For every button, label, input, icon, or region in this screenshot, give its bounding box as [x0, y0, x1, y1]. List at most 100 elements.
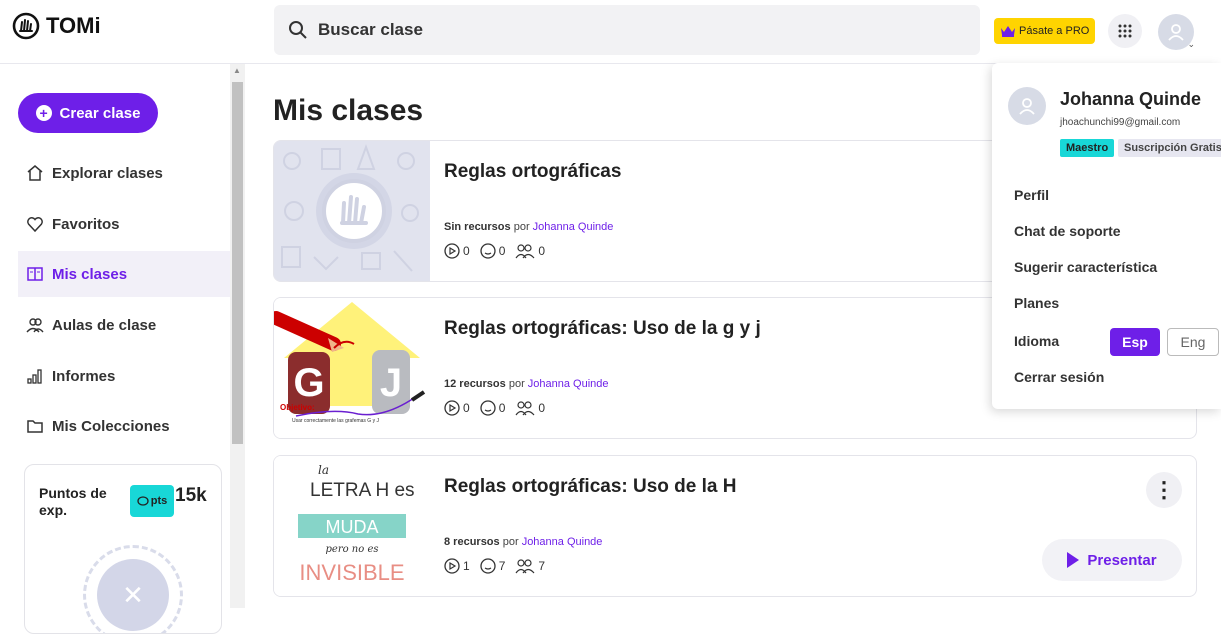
class-thumbnail: G J Objetivo: Usar correctamente las gra…: [274, 298, 430, 438]
top-bar: TOMi Buscar clase Pásate a PRO ⌄: [0, 0, 1221, 64]
resource-count: 12 recursos: [444, 378, 506, 390]
sidebar-item-collections[interactable]: Mis Colecciones: [18, 403, 230, 449]
book-icon: [27, 267, 43, 281]
group-icon: [515, 244, 535, 259]
plays-count: 0: [463, 401, 470, 415]
coin-icon: [137, 496, 149, 506]
svg-text:J: J: [380, 361, 402, 405]
resource-count: Sin recursos: [444, 221, 511, 233]
class-stats: 1 7 7: [444, 558, 545, 574]
points-label: Puntos de exp.: [39, 485, 107, 518]
folder-icon: [27, 420, 43, 433]
menu-item-profile[interactable]: Perfil: [1014, 187, 1049, 203]
author-link[interactable]: Johanna Quinde: [528, 378, 609, 390]
sidebar-item-explore[interactable]: Explorar clases: [18, 150, 230, 196]
menu-item-suggest-feature[interactable]: Sugerir característica: [1014, 259, 1157, 275]
user-avatar-button[interactable]: ⌄: [1158, 14, 1195, 50]
more-vertical-icon: ⋮: [1153, 477, 1175, 502]
by-label: por: [508, 378, 525, 390]
by-label: por: [513, 221, 530, 233]
sidebar-item-label: Favoritos: [52, 215, 120, 233]
menu-item-support-chat[interactable]: Chat de soporte: [1014, 223, 1121, 239]
upgrade-pro-label: Pásate a PRO: [1019, 25, 1090, 37]
user-icon: [1168, 24, 1184, 41]
search-bar[interactable]: Buscar clase: [274, 5, 980, 55]
heart-icon: [27, 217, 43, 233]
thumb-caption: Usar correctamente las grafemas G y J: [292, 418, 379, 424]
user-icon: [1019, 98, 1035, 115]
menu-item-logout[interactable]: Cerrar sesión: [1014, 369, 1104, 385]
users-icon: [26, 318, 44, 333]
svg-text:G: G: [293, 361, 324, 405]
apps-grid-icon: [1118, 24, 1132, 38]
user-name: Johanna Quinde: [1060, 89, 1202, 109]
points-badge: pts: [130, 485, 174, 517]
avatar: [1008, 87, 1046, 125]
user-email: jhoachunchi99@gmail.com: [1060, 117, 1181, 128]
plays-count: 1: [463, 559, 470, 573]
class-meta: 12 recursos por Johanna Quinde: [444, 378, 609, 390]
sidebar-item-label: Explorar clases: [52, 164, 163, 182]
sidebar-item-my-classes[interactable]: Mis clases: [18, 251, 230, 297]
class-card[interactable]: la LETRA H es MUDA pero no es INVISIBLE …: [273, 455, 1197, 597]
class-title[interactable]: Reglas ortográficas: Uso de la g y j: [444, 318, 761, 340]
present-button[interactable]: Presentar: [1042, 539, 1182, 581]
points-value: 15k: [175, 485, 207, 506]
points-badge-label: pts: [150, 495, 168, 507]
sidebar-item-label: Mis clases: [52, 265, 128, 283]
crown-icon: [1001, 26, 1015, 37]
upgrade-pro-button[interactable]: Pásate a PRO: [994, 18, 1096, 44]
experience-points-card: Puntos de exp. pts 15k ✕: [24, 464, 222, 634]
smile-icon: [480, 400, 496, 416]
group-icon: [515, 559, 535, 574]
sidebar-item-classrooms[interactable]: Aulas de clase: [18, 302, 230, 348]
smile-icon: [480, 558, 496, 574]
author-link[interactable]: Johanna Quinde: [533, 221, 614, 233]
students-count: 7: [538, 559, 546, 573]
smile-icon: [480, 243, 496, 259]
thumb-line: LETRA H es: [310, 480, 415, 501]
sidebar-item-reports[interactable]: Informes: [18, 353, 230, 399]
sidebar-item-favorites[interactable]: Favoritos: [18, 201, 230, 247]
resource-count: 8 recursos: [444, 536, 500, 548]
class-meta: 8 recursos por Johanna Quinde: [444, 536, 602, 548]
sidebar-item-label: Aulas de clase: [52, 316, 157, 334]
plus-icon: +: [35, 105, 52, 121]
tomi-logo-icon: [12, 12, 40, 40]
apps-button[interactable]: [1108, 14, 1142, 48]
students-count: 0: [538, 401, 546, 415]
scrollbar-thumb[interactable]: [232, 82, 243, 444]
thumb-line: pero no es: [326, 544, 379, 555]
present-label: Presentar: [1087, 551, 1157, 569]
language-esp-button[interactable]: Esp: [1110, 328, 1160, 356]
more-options-button[interactable]: ⋮: [1146, 472, 1182, 508]
thumb-line: INVISIBLE: [299, 560, 404, 585]
play-circle-icon: [444, 400, 460, 416]
scroll-up-arrow-icon[interactable]: ▲: [233, 66, 241, 75]
class-stats: 0 0 0: [444, 243, 545, 259]
author-link[interactable]: Johanna Quinde: [522, 536, 603, 548]
group-icon: [515, 401, 535, 416]
thumb-line: la: [318, 463, 329, 477]
menu-item-plans[interactable]: Planes: [1014, 295, 1059, 311]
class-meta: Sin recursos por Johanna Quinde: [444, 221, 613, 233]
sidebar: + Crear clase Explorar clases Favoritos …: [0, 64, 230, 634]
app-name: TOMi: [46, 13, 101, 38]
create-class-button[interactable]: + Crear clase: [18, 93, 158, 133]
search-placeholder: Buscar clase: [318, 20, 423, 39]
medal-icon: ✕: [97, 559, 169, 631]
bar-chart-icon: [27, 369, 42, 384]
plays-count: 0: [463, 244, 470, 258]
play-circle-icon: [444, 243, 460, 259]
create-class-label: Crear clase: [59, 104, 141, 122]
class-title[interactable]: Reglas ortográficas: [444, 161, 621, 183]
role-badge: Maestro: [1060, 139, 1115, 157]
class-title[interactable]: Reglas ortográficas: Uso de la H: [444, 476, 736, 498]
search-icon: [289, 21, 307, 39]
play-icon: [1067, 552, 1080, 568]
by-label: por: [502, 536, 519, 548]
page-title: Mis clases: [273, 94, 424, 127]
sidebar-scrollbar[interactable]: ▲: [230, 64, 245, 608]
language-eng-button[interactable]: Eng: [1167, 328, 1219, 356]
logo[interactable]: TOMi: [12, 12, 101, 40]
